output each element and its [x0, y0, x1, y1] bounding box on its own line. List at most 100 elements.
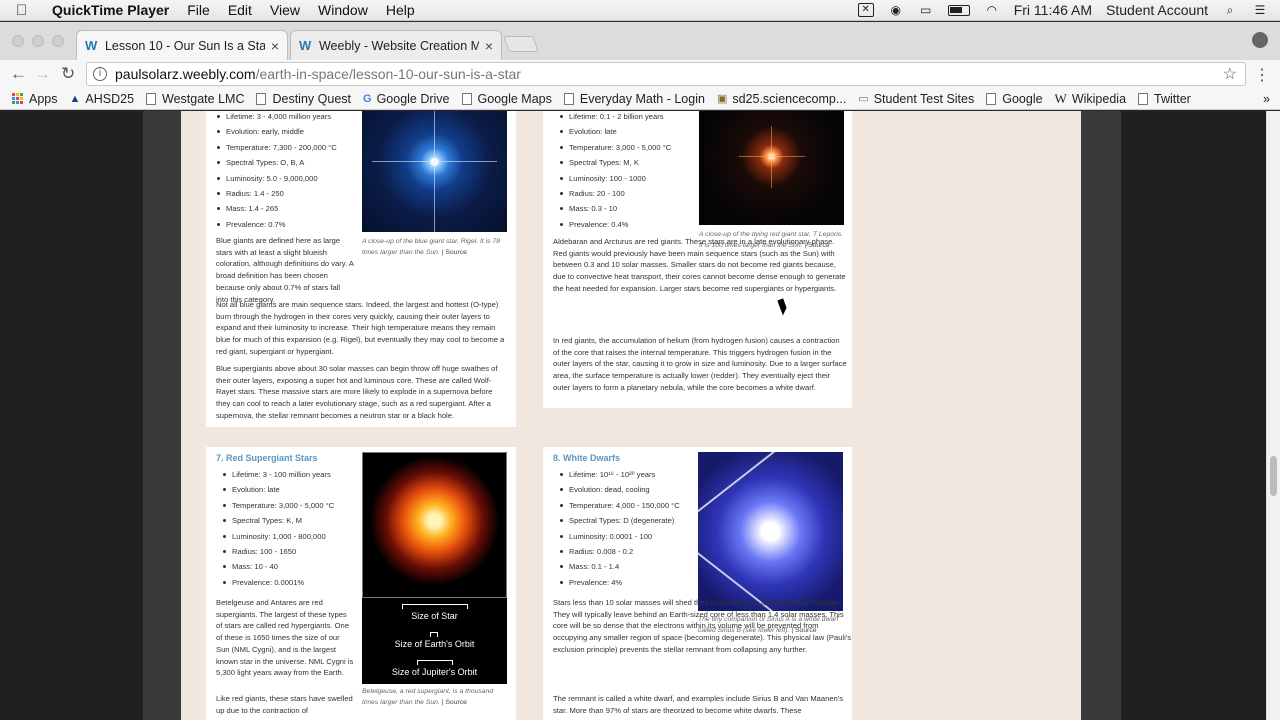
- more-bookmarks-icon[interactable]: »: [1263, 92, 1270, 106]
- apple-menu-icon[interactable]: : [16, 2, 38, 19]
- bookmark-wikipedia[interactable]: W Wikipedia: [1055, 91, 1126, 107]
- white-dwarfs-card: 8. White Dwarfs Lifetime: 10¹⁶ - 10²⁰ ye…: [543, 447, 852, 720]
- apps-grid-icon: [12, 93, 23, 104]
- profile-icon[interactable]: [1252, 32, 1268, 48]
- tab-title: Lesson 10 - Our Sun Is a Star -: [104, 38, 265, 53]
- white-dwarfs-paragraph-1: Stars less than 10 solar masses will she…: [553, 598, 852, 654]
- page-right-border: [1081, 111, 1121, 720]
- menu-view[interactable]: View: [270, 2, 300, 18]
- weebly-favicon-icon: W: [299, 37, 312, 53]
- forward-arrow-icon[interactable]: →: [34, 64, 51, 84]
- site-info-icon[interactable]: i: [93, 67, 107, 81]
- page-left-border: [143, 111, 181, 720]
- bookmark-ahsd25[interactable]: ▲ AHSD25: [70, 92, 135, 106]
- blue-giants-paragraph-3: Blue supergiants above about 30 solar ma…: [216, 364, 498, 420]
- bookmark-westgate-lmc[interactable]: Westgate LMC: [146, 92, 244, 106]
- weebly-favicon-icon: W: [85, 37, 98, 53]
- close-tab-icon[interactable]: ×: [485, 38, 493, 54]
- notification-center-icon[interactable]: ☰: [1252, 3, 1268, 17]
- url-path: /earth-in-space/lesson-10-our-sun-is-a-s…: [255, 66, 521, 82]
- url-host: paulsolarz.weebly.com: [115, 66, 256, 82]
- t-leporis-star-image: [699, 111, 844, 225]
- size-of-star-label: Size of Star: [411, 611, 458, 621]
- ahsd25-logo-icon: ▲: [69, 92, 81, 105]
- source-link[interactable]: | Source: [442, 699, 467, 706]
- reload-icon[interactable]: ↻: [61, 64, 75, 84]
- zoom-window-button[interactable]: [52, 35, 64, 47]
- source-link[interactable]: | Source: [442, 249, 467, 256]
- jupiter-orbit-size-bar: [417, 660, 453, 665]
- blue-giants-paragraph-2: Not all blue giants are main sequence st…: [216, 300, 505, 356]
- menu-extras: ✕ ◉ ▭ ◠ Fri 11:46 AM Student Account ⌕ ☰: [857, 2, 1280, 18]
- star-spike: [771, 126, 772, 188]
- address-bar[interactable]: i paulsolarz.weebly.com /earth-in-space/…: [86, 62, 1246, 86]
- macos-menu-bar:  QuickTime Player File Edit View Window…: [0, 0, 1280, 21]
- star-spike: [739, 156, 805, 157]
- bookmark-twitter[interactable]: Twitter: [1138, 92, 1191, 106]
- red-giants-facts: Lifetime: 0.1 - 2 billion years Evolutio…: [559, 111, 704, 234]
- jupiter-orbit-label: Size of Jupiter's Orbit: [391, 667, 478, 677]
- browser-menu-icon[interactable]: ⋮: [1254, 65, 1270, 85]
- menu-app-name[interactable]: QuickTime Player: [52, 2, 169, 18]
- airplay-icon[interactable]: ▭: [918, 3, 934, 17]
- science-image-icon: ▣: [716, 93, 728, 105]
- menu-file[interactable]: File: [187, 2, 210, 18]
- folder-icon: ▭: [858, 93, 869, 105]
- tab-lesson-10[interactable]: W Lesson 10 - Our Sun Is a Star - ×: [76, 30, 288, 60]
- spotlight-search-icon[interactable]: ⌕: [1222, 3, 1238, 17]
- bookmark-google-maps[interactable]: Google Maps: [461, 92, 552, 106]
- white-dwarfs-facts: Lifetime: 10¹⁶ - 10²⁰ years Evolution: d…: [559, 469, 709, 592]
- window-controls: [12, 35, 64, 47]
- red-giants-paragraph-1: Aldebaran and Arcturus are red giants. T…: [553, 237, 846, 293]
- browser-tab-strip: W Lesson 10 - Our Sun Is a Star - × W We…: [0, 22, 1280, 60]
- bookmark-everyday-math[interactable]: Everyday Math - Login: [563, 92, 705, 106]
- menu-help[interactable]: Help: [386, 2, 415, 18]
- google-icon: G: [363, 92, 372, 105]
- rigel-star-image: [362, 111, 507, 232]
- battery-icon[interactable]: [947, 4, 970, 16]
- tab-weebly[interactable]: W Weebly - Website Creation Ma ×: [290, 30, 502, 60]
- rigel-caption: A close-up of the blue giant star, Rigel…: [362, 238, 501, 256]
- page-icon: [986, 92, 997, 105]
- menu-edit[interactable]: Edit: [228, 2, 252, 18]
- bookmark-google-drive[interactable]: G Google Drive: [363, 92, 450, 106]
- page-icon: [1138, 92, 1149, 105]
- red-supergiants-facts: Lifetime: 3 - 100 million years Evolutio…: [222, 469, 372, 592]
- wikipedia-icon: W: [1054, 90, 1067, 106]
- menu-clock[interactable]: Fri 11:46 AM: [1014, 2, 1092, 18]
- bookmark-destiny-quest[interactable]: Destiny Quest: [256, 92, 351, 106]
- white-dwarfs-heading: 8. White Dwarfs: [553, 453, 621, 463]
- page-icon: [461, 92, 472, 105]
- back-arrow-icon[interactable]: ←: [10, 64, 27, 84]
- bookmark-star-icon[interactable]: ☆: [1223, 64, 1237, 84]
- red-giants-paragraph-2: In red giants, the accumulation of heliu…: [553, 336, 847, 392]
- bookmark-student-test-sites[interactable]: ▭ Student Test Sites: [858, 92, 974, 106]
- stop-recording-icon[interactable]: ✕: [857, 3, 874, 17]
- bookmark-google[interactable]: Google: [986, 92, 1043, 106]
- size-comparison-diagram: Size of Star Size of Earth's Orbit Size …: [362, 598, 507, 684]
- tab-title: Weebly - Website Creation Ma: [318, 38, 479, 53]
- close-tab-icon[interactable]: ×: [271, 38, 279, 54]
- earth-orbit-size-bar: [430, 632, 438, 637]
- blue-giants-paragraph-1: Blue giants are defined here as large st…: [216, 236, 354, 304]
- bookmark-apps[interactable]: Apps: [12, 92, 58, 106]
- bookmark-sd25-science[interactable]: ▣ sd25.sciencecomp...: [717, 92, 846, 106]
- page-scrollbar[interactable]: [1266, 111, 1280, 720]
- red-supergiants-paragraph-1: Betelgeuse and Antares are red supergian…: [216, 598, 354, 678]
- betelgeuse-caption: Betelgeuse, a red supergiant, is a thous…: [362, 688, 494, 706]
- minimize-window-button[interactable]: [32, 35, 44, 47]
- menu-user[interactable]: Student Account: [1106, 2, 1208, 18]
- record-icon[interactable]: ◉: [888, 3, 904, 17]
- betelgeuse-star-image: [362, 452, 507, 598]
- new-tab-button[interactable]: [503, 36, 539, 52]
- blue-giants-facts: Lifetime: 3 - 4,000 million years Evolut…: [216, 111, 366, 234]
- scrollbar-thumb[interactable]: [1270, 456, 1277, 496]
- star-spike: [434, 111, 435, 232]
- wifi-icon[interactable]: ◠: [984, 3, 1000, 17]
- menu-window[interactable]: Window: [318, 2, 368, 18]
- star-size-bar: [402, 604, 468, 609]
- page-icon: [563, 92, 574, 105]
- close-window-button[interactable]: [12, 35, 24, 47]
- page-viewport: Lifetime: 3 - 4,000 million years Evolut…: [0, 111, 1266, 720]
- browser-toolbar: ← → ↻ i paulsolarz.weebly.com /earth-in-…: [0, 60, 1280, 88]
